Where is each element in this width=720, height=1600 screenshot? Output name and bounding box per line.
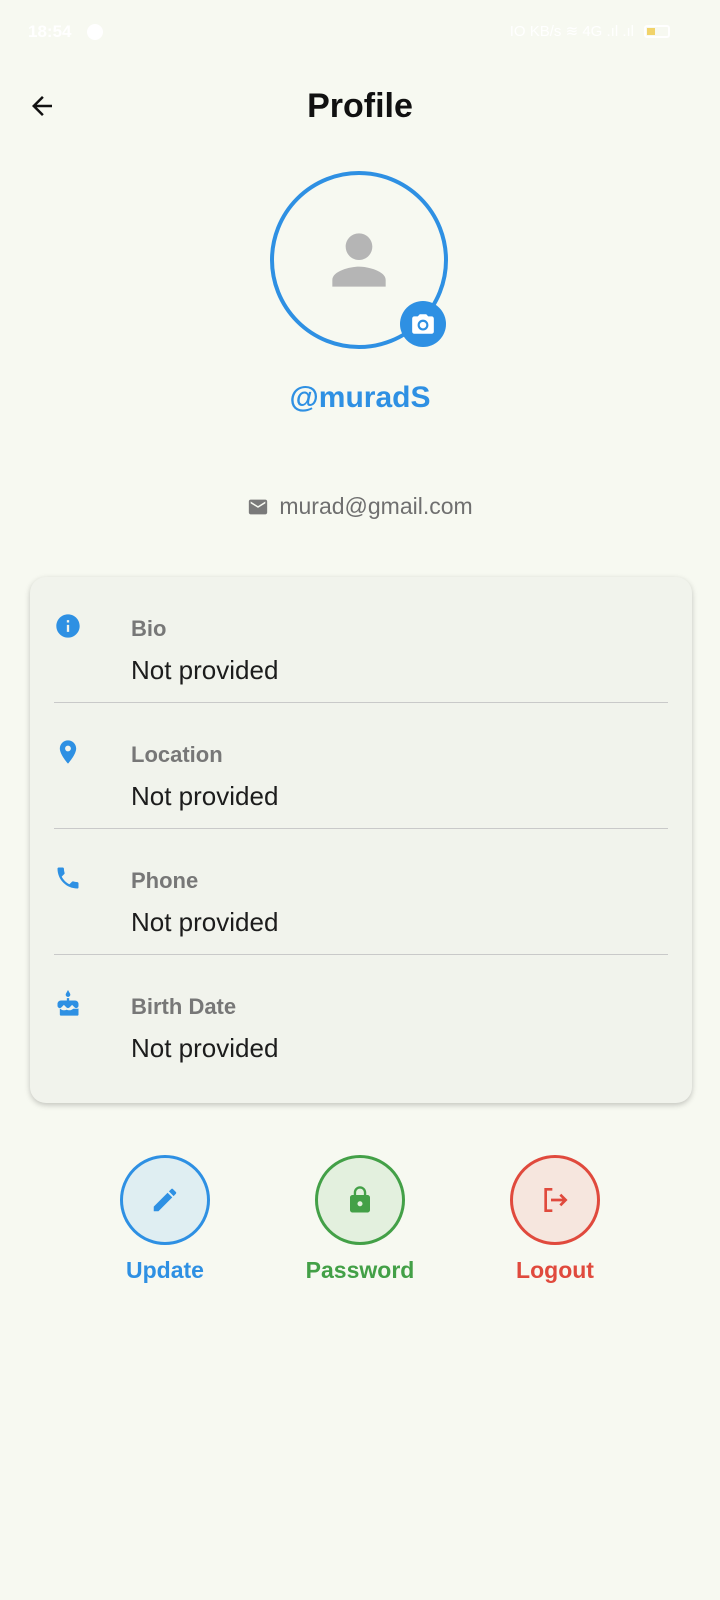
phone-icon [54, 864, 82, 892]
battery-icon [644, 24, 670, 38]
detail-value: Not provided [131, 655, 279, 685]
location-pin-icon [54, 738, 82, 766]
update-button[interactable]: Update [85, 1155, 245, 1284]
password-button[interactable]: Password [280, 1155, 440, 1284]
detail-value: Not provided [131, 781, 279, 811]
detail-row-phone: Phone Not provided [54, 829, 668, 955]
person-icon [332, 233, 386, 287]
detail-label: Location [131, 742, 223, 767]
detail-label: Bio [131, 616, 167, 641]
detail-value: Not provided [131, 907, 279, 937]
camera-icon [412, 314, 434, 334]
pencil-icon [153, 1188, 177, 1212]
logout-icon [544, 1188, 568, 1212]
status-bar: 18:54 IO KB/s ≋ 4G .ıl .ıl [0, 0, 720, 64]
profile-details-card: Bio Not provided Location Not provided P… [30, 577, 692, 1103]
arrow-left-icon [32, 96, 52, 116]
status-indicators: IO KB/s ≋ 4G .ıl .ıl [510, 22, 670, 40]
update-label: Update [126, 1257, 204, 1283]
password-circle[interactable] [315, 1155, 405, 1245]
notification-dot-icon [87, 24, 103, 40]
mail-icon [249, 499, 268, 514]
detail-row-birth-date: Birth Date Not provided [54, 955, 668, 1081]
detail-row-bio: Bio Not provided [54, 577, 668, 703]
update-circle[interactable] [120, 1155, 210, 1245]
logout-circle[interactable] [510, 1155, 600, 1245]
logout-label: Logout [516, 1257, 594, 1283]
email-row: murad@gmail.com [0, 493, 720, 520]
page-title: Profile [307, 87, 413, 125]
status-time: 18:54 [28, 22, 72, 41]
network-indicators: IO KB/s ≋ 4G .ıl .ıl [509, 23, 634, 40]
detail-label: Birth Date [131, 994, 237, 1019]
logout-button[interactable]: Logout [475, 1155, 635, 1284]
password-label: Password [305, 1257, 415, 1283]
detail-row-location: Location Not provided [54, 703, 668, 829]
lock-icon [350, 1186, 370, 1213]
username: @muradS [289, 381, 431, 414]
detail-label: Phone [131, 868, 199, 893]
cake-icon [54, 990, 82, 1018]
email-text: murad@gmail.com [279, 493, 473, 519]
detail-value: Not provided [131, 1033, 279, 1063]
info-icon [54, 612, 82, 640]
change-photo-button[interactable] [400, 301, 446, 347]
profile-screen: 18:54 IO KB/s ≋ 4G .ıl .ıl Profile @mura… [0, 0, 720, 1600]
back-button[interactable] [20, 84, 64, 128]
